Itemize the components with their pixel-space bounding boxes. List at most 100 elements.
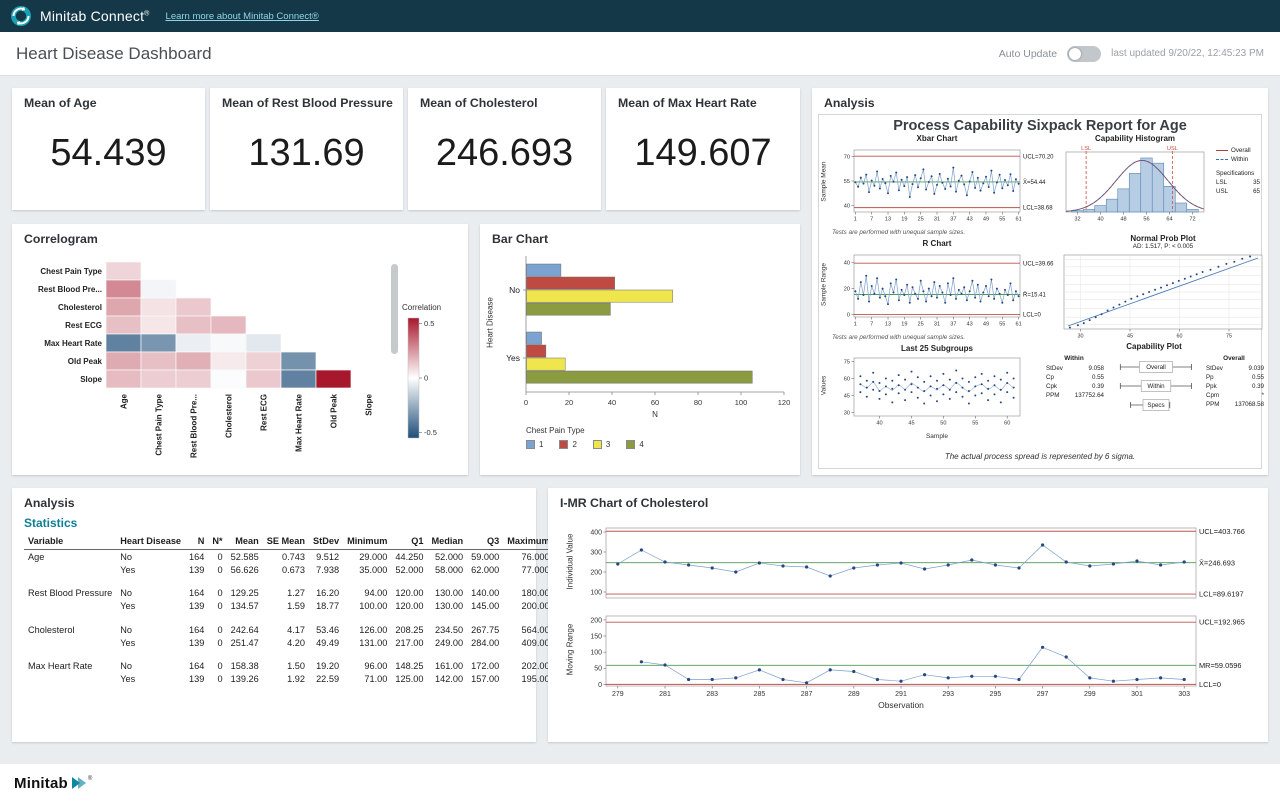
svg-text:300: 300: [590, 549, 602, 556]
svg-text:StDev: StDev: [1206, 365, 1224, 372]
svg-text:Rest ECG: Rest ECG: [65, 321, 102, 330]
kpi-card-cholesterol: Mean of Cholesterol 246.693: [408, 88, 601, 210]
normal-prob-plot-chart: 30456075: [1050, 251, 1268, 339]
svg-text:137068.58: 137068.58: [1235, 401, 1265, 408]
legend-item: 2: [559, 440, 576, 449]
panel-title: Analysis: [824, 96, 875, 110]
svg-text:20: 20: [844, 287, 850, 293]
svg-text:60: 60: [1177, 333, 1183, 339]
svg-text:7: 7: [870, 322, 873, 328]
svg-text:281: 281: [659, 691, 671, 698]
kpi-label: Mean of Age: [24, 96, 97, 110]
svg-text:64: 64: [1166, 217, 1172, 223]
svg-text:X̄=54.44: X̄=54.44: [1023, 179, 1046, 186]
svg-text:19: 19: [901, 322, 907, 328]
svg-text:400: 400: [590, 529, 602, 536]
svg-text:Overall: Overall: [1223, 355, 1245, 362]
correlogram-scrollbar[interactable]: [391, 264, 398, 354]
correlogram-heatmap: Chest Pain Type Rest Blood Pre... Choleste…: [12, 248, 468, 475]
learn-more-link[interactable]: Learn more about Minitab Connect®: [166, 11, 319, 22]
svg-text:100: 100: [735, 398, 748, 407]
svg-text:Cpm: Cpm: [1206, 392, 1219, 399]
statistics-link[interactable]: Statistics: [24, 516, 77, 530]
svg-text:299: 299: [1084, 691, 1096, 698]
capability-plot-title: Capability Plot: [1040, 342, 1268, 351]
svg-text:Rest Blood Pre...: Rest Blood Pre...: [190, 394, 199, 458]
svg-text:55: 55: [999, 217, 1005, 223]
header-right: Auto Update last updated 9/20/22, 12:45:…: [999, 46, 1264, 62]
legend-label: Overall: [1231, 146, 1251, 155]
kpi-card-rest-blood-pressure: Mean of Rest Blood Pressure 131.69: [210, 88, 403, 210]
svg-text:291: 291: [895, 691, 907, 698]
statistics-table: VariableHeart DiseaseNN*MeanSE MeanStDev…: [24, 536, 554, 686]
svg-text:X̄=246.693: X̄=246.693: [1199, 558, 1235, 567]
svg-text:30: 30: [844, 411, 850, 417]
svg-text:Rest ECG: Rest ECG: [260, 394, 269, 431]
svg-text:60: 60: [651, 398, 659, 407]
legend-label: Within: [1231, 155, 1248, 164]
svg-text:279: 279: [612, 691, 624, 698]
last25-ylabel: Values: [821, 346, 828, 426]
bar-legend: 1234: [526, 440, 644, 449]
svg-text:31: 31: [934, 217, 940, 223]
bar-xlabel: N: [526, 410, 784, 419]
svg-text:*: *: [1262, 392, 1265, 399]
svg-text:Chest Pain Type: Chest Pain Type: [40, 267, 102, 276]
svg-text:Cholesterol: Cholesterol: [58, 303, 102, 312]
sixpack-bottom-note: The actual process spread is represented…: [812, 452, 1268, 461]
svg-text:0: 0: [847, 312, 850, 318]
svg-text:200: 200: [590, 569, 602, 576]
panel-title: Analysis: [24, 496, 75, 510]
svg-text:Max Heart Rate: Max Heart Rate: [295, 393, 304, 451]
svg-text:-0.5: -0.5: [424, 428, 437, 437]
table-row: Max Heart RateNo1640158.381.5019.2096.00…: [24, 649, 554, 673]
kpi-value: 54.439: [12, 132, 205, 175]
svg-text:20: 20: [565, 398, 573, 407]
imr-chart: 100200300400UCL=403.766LCL=89.6197X̄=246…: [548, 514, 1268, 704]
panel-title: I-MR Chart of Cholesterol: [560, 496, 708, 510]
panel-title: Correlogram: [24, 232, 98, 246]
bar-chart-panel: Bar Chart Heart Disease 020406080100120N…: [480, 224, 800, 475]
svg-text:0: 0: [598, 682, 602, 689]
app-header: Heart Disease Dashboard Auto Update last…: [0, 32, 1280, 76]
svg-text:Slope: Slope: [365, 393, 374, 415]
svg-text:293: 293: [942, 691, 954, 698]
svg-text:80: 80: [694, 398, 702, 407]
kpi-value: 246.693: [408, 132, 601, 175]
svg-text:Max Heart Rate: Max Heart Rate: [44, 339, 102, 348]
capability-histogram-chart: 324048566472LSLUSL: [1050, 144, 1214, 228]
auto-update-toggle[interactable]: [1067, 46, 1101, 62]
svg-text:LCL=0: LCL=0: [1023, 313, 1042, 319]
svg-text:72: 72: [1189, 217, 1195, 223]
svg-text:150: 150: [590, 633, 602, 640]
svg-text:50: 50: [594, 666, 602, 673]
svg-text:0.39: 0.39: [1092, 383, 1105, 390]
legend-item: 1: [526, 440, 543, 449]
svg-text:43: 43: [967, 217, 973, 223]
svg-text:Old Peak: Old Peak: [330, 393, 339, 428]
svg-text:297: 297: [1037, 691, 1049, 698]
svg-text:285: 285: [754, 691, 766, 698]
svg-text:45: 45: [1127, 333, 1133, 339]
footer: Minitab ®: [0, 764, 1280, 802]
svg-text:37: 37: [950, 322, 956, 328]
kpi-label: Mean of Max Heart Rate: [618, 96, 757, 110]
svg-text:287: 287: [801, 691, 813, 698]
table-row: Yes1390251.474.2049.49131.00217.00249.00…: [24, 636, 554, 649]
kpi-label: Mean of Rest Blood Pressure: [222, 96, 393, 110]
svg-text:1: 1: [854, 322, 857, 328]
svg-text:295: 295: [990, 691, 1002, 698]
table-row: Yes1390139.261.9222.5971.00125.00142.001…: [24, 673, 554, 686]
auto-update-label: Auto Update: [999, 48, 1057, 60]
legend-item: 4: [626, 440, 643, 449]
svg-text:0.39: 0.39: [1252, 383, 1265, 390]
svg-text:Slope: Slope: [80, 375, 102, 384]
svg-text:Within: Within: [1147, 383, 1165, 390]
svg-text:LCL=89.6197: LCL=89.6197: [1199, 590, 1244, 599]
usl-label: USL: [1216, 187, 1228, 196]
correlogram-panel: Correlogram Chest Pain Type Rest Blood Pr…: [12, 224, 468, 475]
svg-text:37: 37: [950, 217, 956, 223]
svg-text:9.058: 9.058: [1089, 365, 1105, 372]
svg-text:Cp: Cp: [1046, 374, 1054, 381]
svg-text:60: 60: [1004, 421, 1010, 427]
